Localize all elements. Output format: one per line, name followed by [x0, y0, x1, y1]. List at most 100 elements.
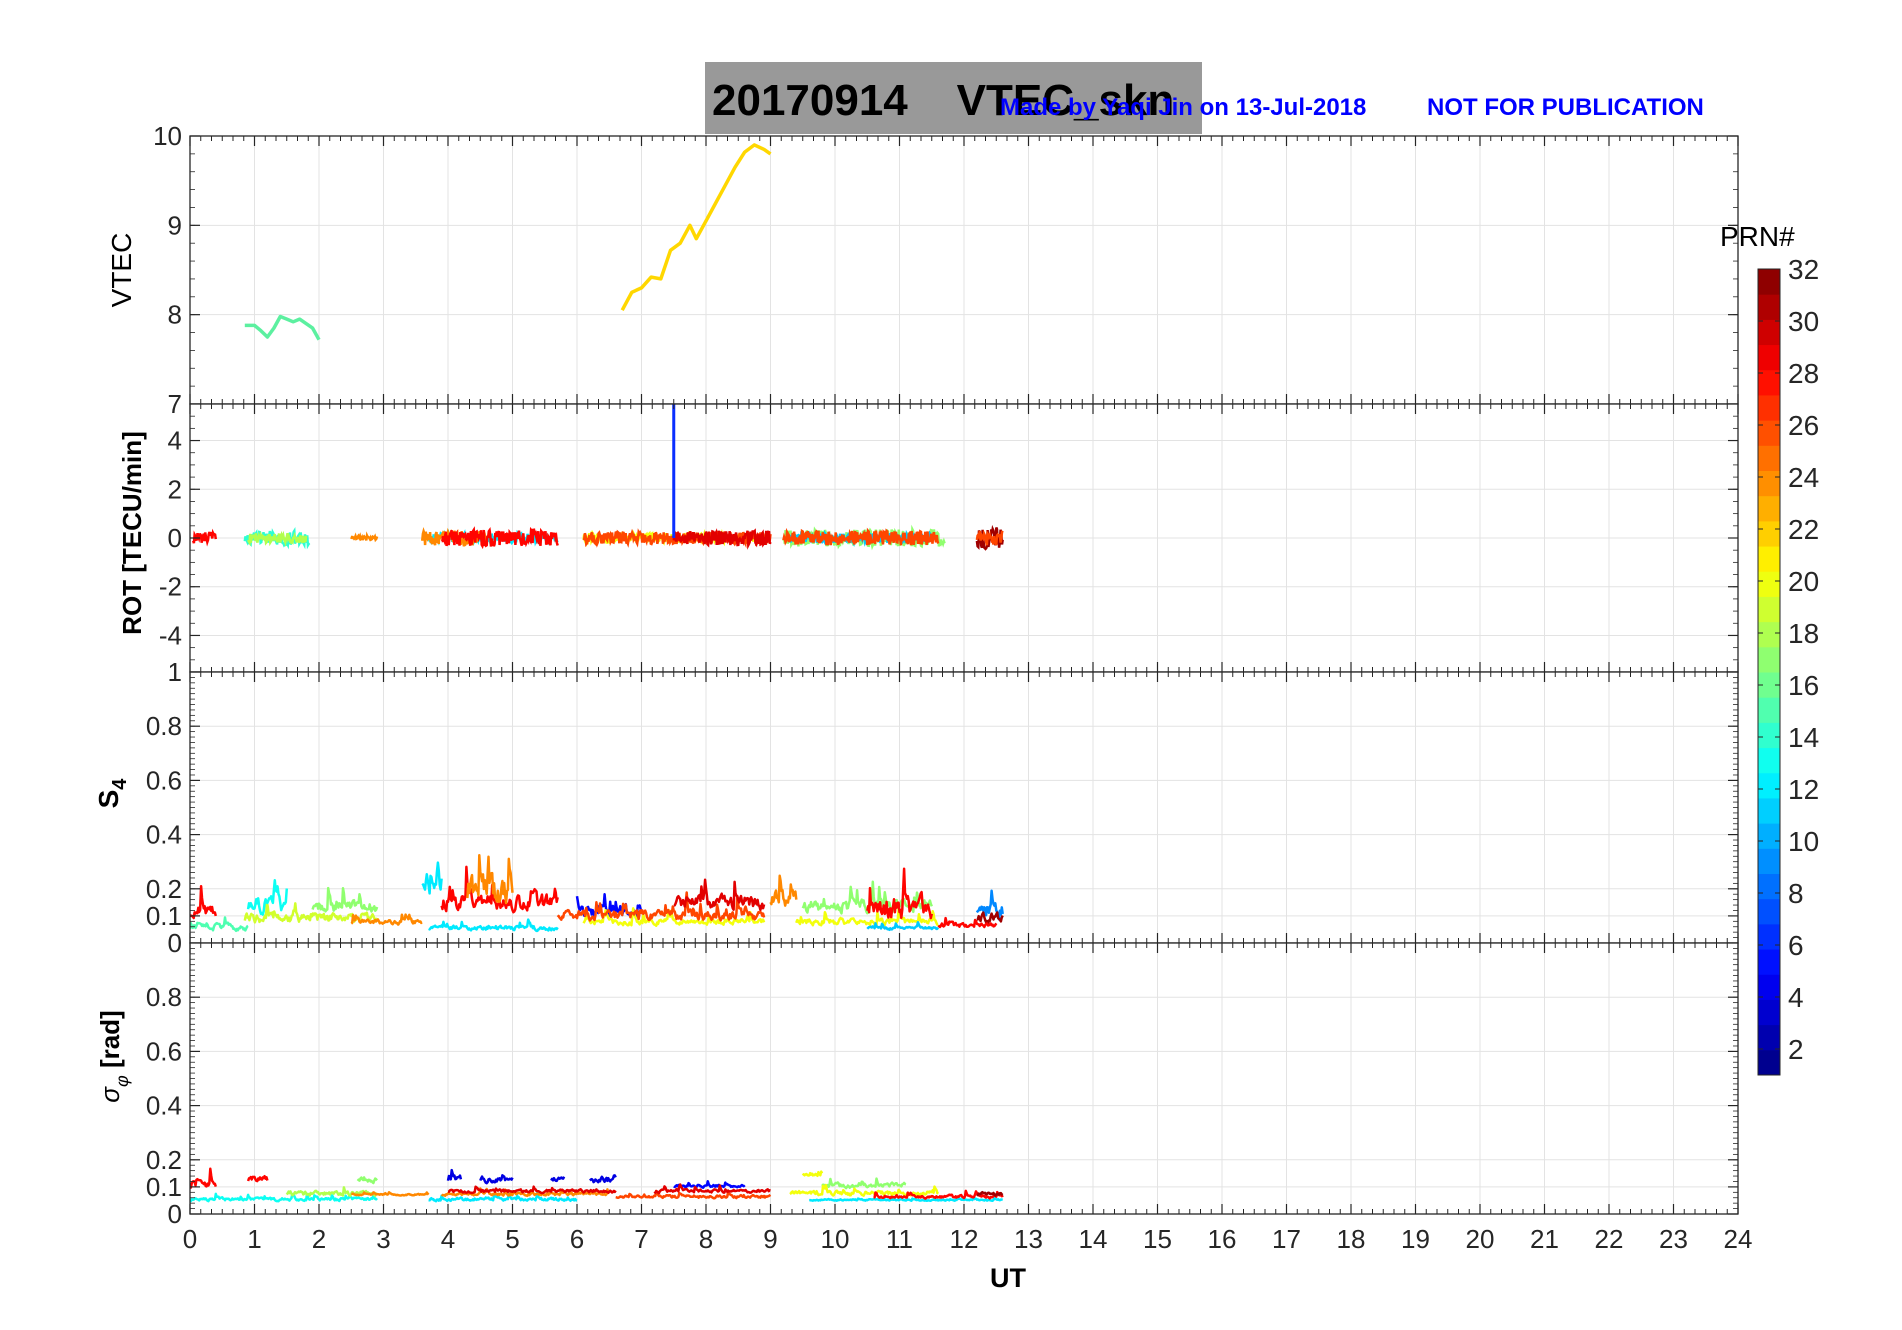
colorbar-swatch	[1758, 848, 1780, 874]
colorbar-swatch	[1758, 269, 1780, 295]
colorbar-swatch	[1758, 596, 1780, 623]
rot-trace	[441, 526, 559, 550]
x-tick-label: 18	[1337, 1224, 1366, 1254]
colorbar-swatch	[1758, 646, 1780, 673]
y-tick-label: 0.2	[146, 1145, 182, 1175]
y-tick-label: 0.6	[146, 765, 182, 795]
x-tick-label: 0	[183, 1224, 197, 1254]
panel-s4: 00.10.2 0.4 0.6 0.8 1 S4	[93, 657, 1739, 958]
x-tick-label: 21	[1530, 1224, 1559, 1254]
x-tick-label: 17	[1272, 1224, 1301, 1254]
x-tick-label: 7	[634, 1224, 648, 1254]
y-tick-label: 0.4	[146, 1091, 182, 1121]
y-tick-label: 0	[168, 928, 182, 958]
x-tick-label: 11	[886, 1224, 913, 1254]
colorbar-swatch	[1758, 999, 1780, 1026]
y-axis-label: S4	[93, 778, 131, 809]
colorbar-swatch	[1758, 747, 1780, 774]
x-tick-label: 8	[699, 1224, 713, 1254]
x-tick-label: 12	[950, 1224, 979, 1254]
colorbar-tick-label: 6	[1788, 930, 1804, 961]
y-tick-label: 0.4	[146, 820, 182, 850]
colorbar-swatch	[1758, 1024, 1780, 1051]
colorbar-swatch	[1758, 772, 1780, 799]
colorbar-swatch	[1758, 546, 1780, 572]
colorbar-swatch	[1758, 797, 1780, 824]
x-tick-label: 20	[1466, 1224, 1495, 1254]
y-tick-label: 0	[168, 1199, 182, 1229]
y-tick-label: -2	[159, 572, 182, 602]
colorbar-swatch	[1758, 394, 1780, 421]
credit-text: Made by Yaqi Jin on 13-Jul-2018	[1000, 94, 1367, 121]
colorbar-swatch	[1758, 294, 1780, 320]
y-tick-label: 0.2	[146, 874, 182, 904]
colorbar-tick-label: 24	[1788, 462, 1819, 493]
y-axis-label: σφ [rad]	[95, 1010, 132, 1102]
colorbar-swatch	[1758, 873, 1780, 900]
x-tick-label: 6	[570, 1224, 584, 1254]
colorbar-swatch	[1758, 1049, 1780, 1076]
y-axis-label: ROT [TECU/min]	[117, 431, 147, 635]
x-tick-label: 3	[376, 1224, 390, 1254]
colorbar-tick-label: 12	[1788, 774, 1819, 805]
colorbar-tick-label: 26	[1788, 410, 1819, 441]
colorbar-swatch	[1758, 697, 1780, 723]
x-tick-label: 5	[505, 1224, 519, 1254]
figure-canvas: 78910VTEC-4-2024ROT [TECU/min]00.10.20.4…	[93, 121, 1819, 1293]
x-tick-label: 15	[1143, 1224, 1172, 1254]
y-tick-label: 10	[153, 121, 182, 151]
y-tick-label: 0.1	[146, 1172, 182, 1202]
panels-layer: 78910VTEC-4-2024ROT [TECU/min]00.10.20.4…	[93, 121, 1752, 1254]
colorbar-swatch	[1758, 949, 1780, 975]
colorbar-tick-label: 20	[1788, 566, 1819, 597]
colorbar-swatch	[1758, 344, 1780, 371]
colorbar-swatch	[1758, 520, 1780, 547]
colorbar-swatch	[1758, 621, 1780, 648]
colorbar-tick-label: 16	[1788, 670, 1819, 701]
y-tick-label: 0.1	[146, 901, 182, 931]
x-tick-label: 9	[763, 1224, 777, 1254]
colorbar-tick-label: 32	[1788, 254, 1819, 285]
not-for-publication-text: NOT FOR PUBLICATION	[1427, 94, 1704, 121]
y-tick-label: 7	[168, 389, 182, 419]
y-tick-label: 1	[168, 657, 182, 687]
x-tick-label: 22	[1595, 1224, 1624, 1254]
colorbar-swatch	[1758, 420, 1780, 446]
y-tick-label: 8	[168, 300, 182, 330]
y-tick-label: 0.6	[146, 1036, 182, 1066]
x-tick-label: 13	[1014, 1224, 1043, 1254]
colorbar-tick-label: 30	[1788, 306, 1819, 337]
colorbar-swatch	[1758, 369, 1780, 396]
x-tick-label: 14	[1079, 1224, 1108, 1254]
x-axis-label: UT	[990, 1263, 1026, 1293]
colorbar-tick-label: 8	[1788, 878, 1804, 909]
y-tick-label: 0	[168, 523, 182, 553]
colorbar-swatch	[1758, 319, 1780, 346]
colorbar-swatch	[1758, 445, 1780, 471]
y-tick-label: 9	[168, 210, 182, 240]
colorbar-swatch	[1758, 974, 1780, 1000]
y-tick-label: 0.8	[146, 982, 182, 1012]
x-tick-label: 4	[441, 1224, 455, 1254]
colorbar-tick-label: 28	[1788, 358, 1819, 389]
colorbar-tick-label: 22	[1788, 514, 1819, 545]
x-tick-label: 10	[821, 1224, 850, 1254]
colorbar-tick-label: 18	[1788, 618, 1819, 649]
colorbar-swatch	[1758, 495, 1780, 522]
colorbar-tick-label: 4	[1788, 982, 1804, 1013]
y-tick-label: 0.8	[146, 711, 182, 741]
panel-vtec: 7 8 9 10 VTEC	[106, 121, 1739, 419]
colorbar-swatch	[1758, 470, 1780, 497]
colorbar-swatch	[1758, 571, 1780, 597]
colorbar-tick-label: 2	[1788, 1034, 1804, 1065]
colorbar-swatch	[1758, 823, 1780, 849]
colorbar-swatch	[1758, 722, 1780, 749]
x-tick-label: 1	[247, 1224, 261, 1254]
y-tick-label: -4	[159, 620, 182, 650]
y-tick-label: 2	[168, 474, 182, 504]
x-tick-label: 24	[1724, 1224, 1753, 1254]
panel-sigma_phi: 00.10.20.40.60.8σφ [rad]0 1 2 3 4 5 6 7 8 9 10 11 12…	[95, 942, 1753, 1254]
x-tick-label: 2	[312, 1224, 326, 1254]
y-axis-label: VTEC	[106, 233, 137, 308]
sigma_phi-trace	[976, 1190, 1004, 1197]
